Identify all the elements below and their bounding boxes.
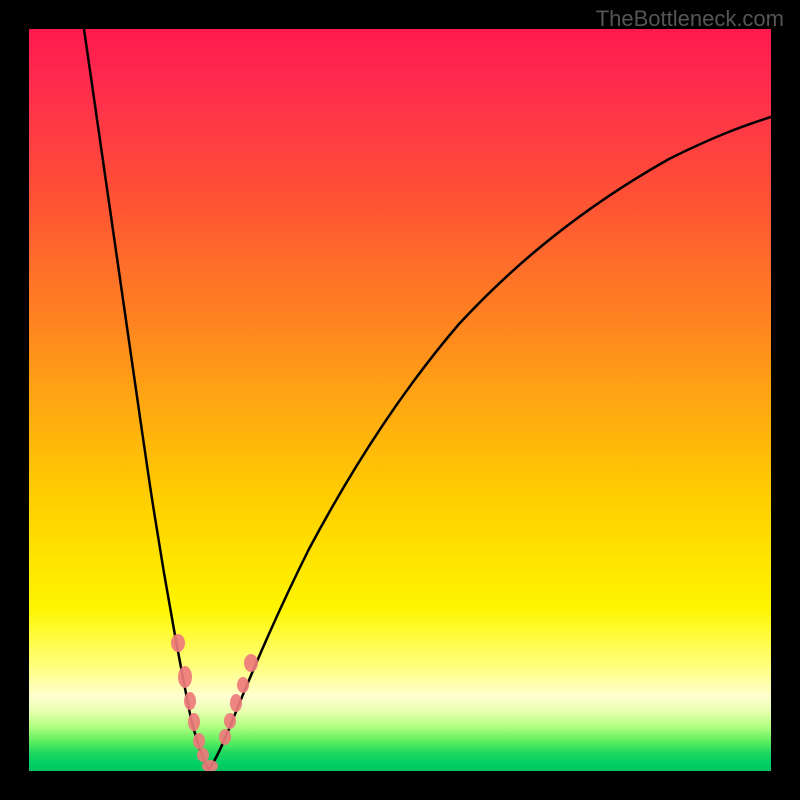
curve-right-branch bbox=[209, 117, 771, 769]
marker-dot bbox=[178, 666, 192, 688]
marker-dot bbox=[237, 677, 249, 693]
watermark-text: TheBottleneck.com bbox=[596, 6, 784, 32]
curve-left-branch bbox=[84, 29, 209, 769]
marker-dot bbox=[230, 694, 242, 712]
marker-dot bbox=[188, 713, 200, 731]
chart-plot-area bbox=[29, 29, 771, 771]
marker-dot bbox=[184, 692, 196, 710]
marker-dot bbox=[193, 733, 205, 749]
marker-dot bbox=[197, 748, 209, 762]
marker-dot bbox=[224, 713, 236, 729]
marker-dot bbox=[244, 654, 258, 672]
marker-dot bbox=[219, 729, 231, 745]
chart-curves bbox=[29, 29, 771, 771]
marker-dot bbox=[171, 634, 185, 652]
marker-cluster bbox=[171, 634, 258, 771]
